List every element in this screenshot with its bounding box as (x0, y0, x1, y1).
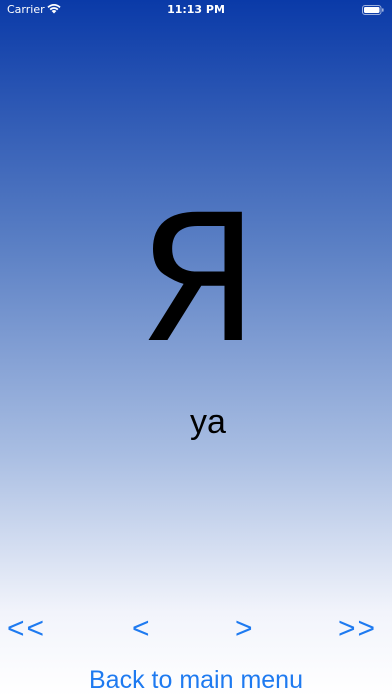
status-time: 11:13 PM (167, 3, 225, 16)
transliteration-label: ya (190, 403, 226, 441)
last-letter-button[interactable]: >> (338, 611, 377, 647)
cyrillic-letter: Я (136, 177, 260, 382)
battery-icon (362, 5, 384, 15)
first-letter-button[interactable]: << (7, 611, 46, 647)
previous-letter-button[interactable]: < (132, 611, 152, 647)
next-letter-button[interactable]: > (235, 611, 255, 647)
status-bar: Carrier 11:13 PM (0, 0, 392, 22)
back-to-main-menu-button[interactable]: Back to main menu (0, 664, 392, 696)
